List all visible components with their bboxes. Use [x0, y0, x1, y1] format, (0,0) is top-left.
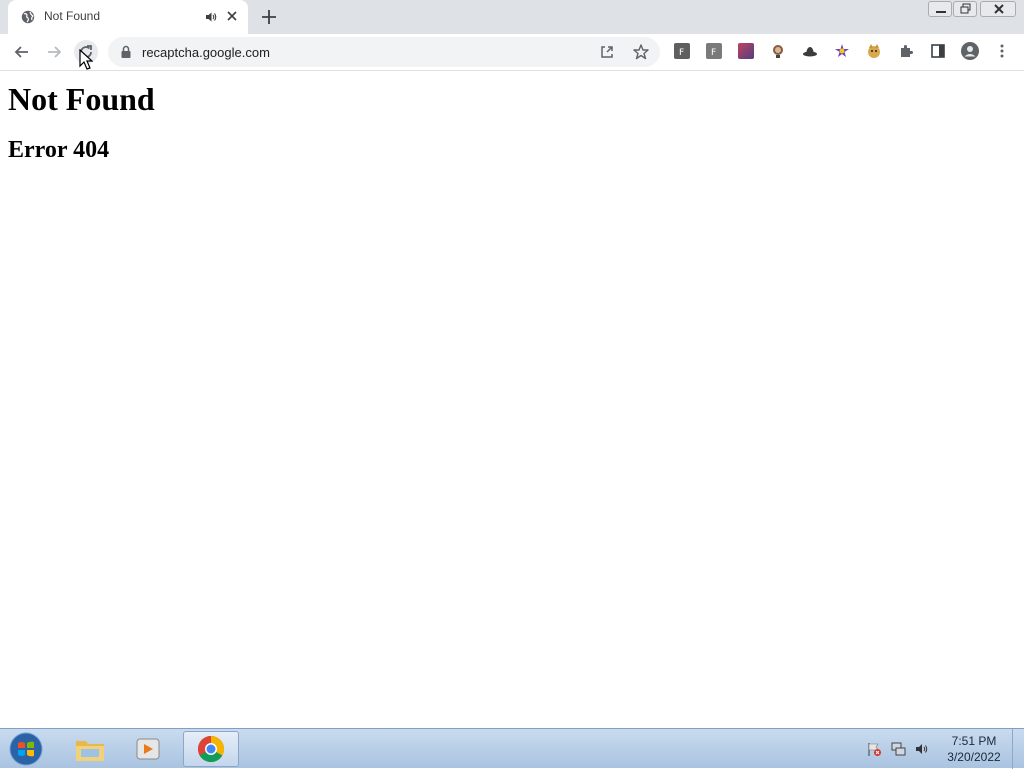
url-text[interactable]: recaptcha.google.com — [142, 45, 270, 60]
extension-face-icon[interactable] — [770, 43, 786, 59]
globe-icon — [21, 10, 35, 24]
speaker-icon[interactable] — [204, 10, 218, 24]
close-icon[interactable] — [224, 8, 240, 24]
lock-icon[interactable] — [120, 45, 132, 59]
share-icon[interactable] — [598, 43, 616, 61]
forward-button[interactable] — [42, 40, 66, 64]
page-content: Not Found Error 404 — [0, 72, 1024, 728]
extension-f-alt-icon[interactable]: F — [706, 43, 722, 59]
profile-avatar-icon[interactable] — [961, 42, 979, 60]
window-close-button[interactable] — [980, 1, 1016, 17]
taskbar-file-explorer[interactable] — [64, 731, 116, 767]
extensions-puzzle-icon[interactable] — [898, 43, 914, 59]
tab-not-found[interactable]: Not Found — [8, 0, 248, 34]
taskbar-clock[interactable]: 7:51 PM 3/20/2022 — [938, 733, 1010, 765]
taskbar-media-player[interactable] — [122, 731, 174, 767]
file-explorer-icon — [76, 741, 104, 761]
back-button[interactable] — [10, 40, 34, 64]
plus-icon[interactable] — [258, 6, 280, 28]
extension-doge-icon[interactable] — [866, 43, 882, 59]
error-code-heading: Error 404 — [8, 137, 110, 163]
svg-text:F: F — [711, 48, 716, 58]
clock-date: 3/20/2022 — [947, 750, 1001, 764]
page-title: Not Found — [8, 81, 155, 117]
extension-f-icon[interactable]: F — [674, 43, 690, 59]
clock-time: 7:51 PM — [951, 734, 997, 748]
restore-button[interactable] — [953, 1, 977, 17]
forward-arrow-icon — [48, 46, 62, 58]
svg-text:F: F — [679, 48, 684, 58]
tab-strip: Not Found — [0, 0, 1024, 34]
browser-toolbar: recaptcha.google.com F F — [0, 34, 1024, 71]
kebab-menu-icon[interactable] — [994, 43, 1010, 59]
flag-icon[interactable] — [866, 741, 882, 757]
mouse-cursor-icon — [79, 49, 93, 70]
network-icon[interactable] — [890, 741, 906, 757]
extension-hat-icon[interactable] — [802, 43, 818, 59]
back-arrow-icon — [14, 46, 28, 58]
side-panel-icon[interactable] — [930, 43, 946, 59]
window-close-icon — [994, 4, 1004, 14]
address-bar[interactable]: recaptcha.google.com — [108, 37, 660, 67]
restore-icon — [960, 3, 971, 14]
taskbar: 7:51 PM 3/20/2022 — [0, 728, 1024, 769]
taskbar-chrome[interactable] — [183, 731, 239, 767]
show-desktop-button[interactable] — [1012, 729, 1024, 769]
start-button[interactable] — [6, 731, 46, 767]
minimize-icon — [936, 11, 946, 13]
extension-star-burst-icon[interactable] — [834, 43, 850, 59]
media-player-icon — [136, 738, 160, 760]
chrome-icon — [197, 735, 225, 763]
tab-title: Not Found — [44, 9, 101, 23]
minimize-button[interactable] — [928, 1, 952, 17]
volume-icon[interactable] — [914, 741, 930, 757]
extension-photo-icon[interactable] — [738, 43, 754, 59]
star-icon[interactable] — [632, 43, 650, 61]
windows-start-icon — [9, 732, 43, 766]
